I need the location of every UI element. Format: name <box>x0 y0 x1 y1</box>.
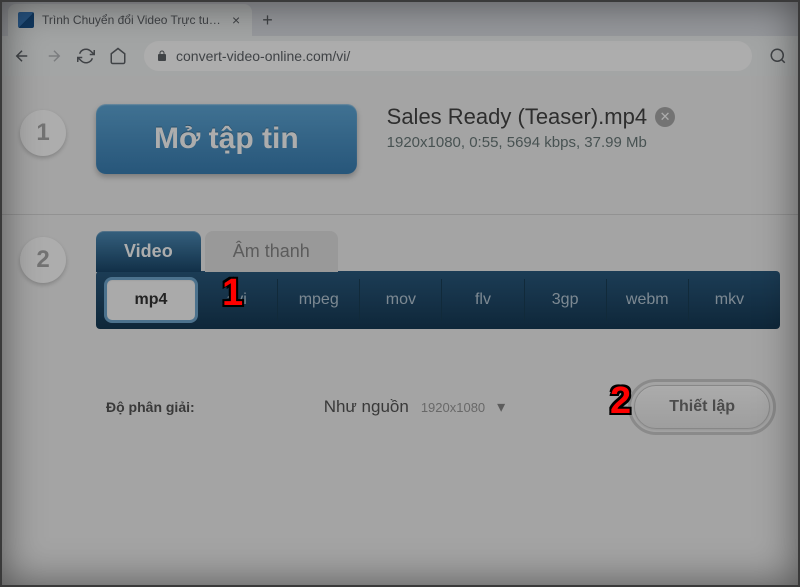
search-button[interactable] <box>764 42 792 70</box>
arrow-left-icon <box>13 47 31 65</box>
page-content: 1 Mở tập tin Sales Ready (Teaser).mp4 ✕ … <box>0 76 800 587</box>
browser-tab[interactable]: Trình Chuyển đổi Video Trực tuyến × <box>8 4 252 36</box>
url-text: convert-video-online.com/vi/ <box>176 48 740 64</box>
tab-bar: Trình Chuyển đổi Video Trực tuyến × + <box>0 0 800 36</box>
format-mov[interactable]: mov <box>360 279 442 321</box>
remove-file-icon[interactable]: ✕ <box>655 107 675 127</box>
tab-audio[interactable]: Âm thanh <box>205 231 338 272</box>
step-1: 1 Mở tập tin Sales Ready (Teaser).mp4 ✕ … <box>0 88 800 215</box>
lock-icon <box>156 50 168 62</box>
new-tab-button[interactable]: + <box>252 6 283 35</box>
settings-button[interactable]: Thiết lập <box>634 385 770 429</box>
step-number-1: 1 <box>20 110 66 156</box>
chevron-down-icon: ▾ <box>497 397 505 417</box>
tab-title: Trình Chuyển đổi Video Trực tuyến <box>42 13 222 27</box>
home-button[interactable] <box>104 42 132 70</box>
address-bar[interactable]: convert-video-online.com/vi/ <box>144 41 752 71</box>
open-file-button[interactable]: Mở tập tin <box>96 104 357 174</box>
search-icon <box>769 47 787 65</box>
resolution-dropdown[interactable]: Như nguồn 1920x1080 ▾ <box>309 390 520 424</box>
close-tab-icon[interactable]: × <box>230 12 242 28</box>
nav-bar: convert-video-online.com/vi/ <box>0 36 800 76</box>
tab-video[interactable]: Video <box>96 231 201 272</box>
step-number-2: 2 <box>20 237 66 283</box>
file-info: Sales Ready (Teaser).mp4 ✕ 1920x1080, 0:… <box>387 104 675 151</box>
format-webm[interactable]: webm <box>607 279 689 321</box>
arrow-right-icon <box>45 47 63 65</box>
format-mp4[interactable]: mp4 <box>106 279 196 321</box>
home-icon <box>109 47 127 65</box>
resolution-label: Độ phân giải: <box>106 399 195 415</box>
back-button[interactable] <box>8 42 36 70</box>
favicon-icon <box>18 12 34 28</box>
format-bar: mp4 avi mpeg mov flv 3gp webm mkv <box>96 271 780 329</box>
reload-button[interactable] <box>72 42 100 70</box>
reload-icon <box>77 47 95 65</box>
format-avi[interactable]: avi <box>196 279 278 321</box>
format-mpeg[interactable]: mpeg <box>278 279 360 321</box>
format-tabs: Video Âm thanh <box>96 231 780 272</box>
format-flv[interactable]: flv <box>442 279 524 321</box>
resolution-selected: Như nguồn <box>324 397 409 417</box>
resolution-value: 1920x1080 <box>421 400 485 415</box>
format-3gp[interactable]: 3gp <box>525 279 607 321</box>
browser-chrome: Trình Chuyển đổi Video Trực tuyến × + co… <box>0 0 800 76</box>
step-2: 2 Video Âm thanh mp4 avi mpeg mov flv 3g… <box>0 215 800 457</box>
options-row: Độ phân giải: Như nguồn 1920x1080 ▾ Thiế… <box>96 385 780 429</box>
forward-button[interactable] <box>40 42 68 70</box>
file-meta: 1920x1080, 0:55, 5694 kbps, 37.99 Mb <box>387 134 675 151</box>
file-name: Sales Ready (Teaser).mp4 <box>387 104 647 130</box>
format-mkv[interactable]: mkv <box>689 279 770 321</box>
